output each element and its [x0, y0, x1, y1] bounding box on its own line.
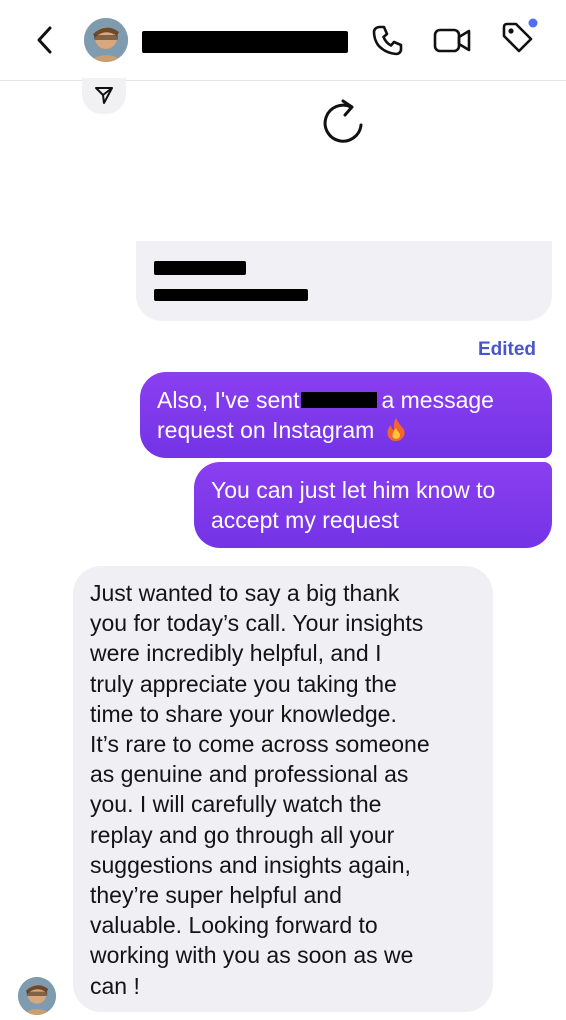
message-text: Also, I've sent [157, 387, 300, 413]
message-text: Just wanted to say a big thank you for t… [90, 580, 430, 999]
send-pill[interactable] [82, 78, 126, 114]
fire-emoji-icon [387, 418, 405, 441]
edited-label: Edited [477, 339, 536, 360]
notification-dot [528, 18, 538, 28]
sent-message-bubble[interactable]: Also, I've sent a message request on Inst… [140, 372, 552, 458]
message-line: request on Instagram [157, 415, 407, 445]
message-text: request on Instagram [157, 417, 375, 443]
chat-header [0, 0, 566, 80]
chevron-left-icon[interactable] [30, 22, 60, 58]
message-text: You can just let him know to [211, 477, 496, 503]
refresh-icon[interactable] [318, 96, 368, 150]
sender-avatar[interactable] [18, 977, 56, 1015]
redacted-text [154, 261, 246, 275]
message-line: Also, I've sent a message [157, 385, 494, 415]
contact-name-redacted[interactable] [142, 31, 348, 53]
tag-icon[interactable] [498, 18, 540, 58]
send-arrow-icon [95, 87, 113, 104]
shared-profile-card[interactable] [136, 241, 552, 321]
received-message-bubble[interactable]: Just wanted to say a big thank you for t… [73, 566, 493, 1012]
video-camera-icon[interactable] [432, 22, 472, 58]
contact-avatar[interactable] [84, 18, 128, 62]
sent-message-bubble[interactable]: You can just let him know to accept my r… [194, 462, 552, 548]
message-text: a message [381, 387, 494, 413]
redacted-name [301, 391, 378, 408]
chat-screen: Edited Also, I've sent a message request … [0, 0, 566, 1020]
phone-icon[interactable] [370, 22, 406, 58]
message-text: accept my request [211, 507, 399, 533]
redacted-text [154, 289, 308, 301]
